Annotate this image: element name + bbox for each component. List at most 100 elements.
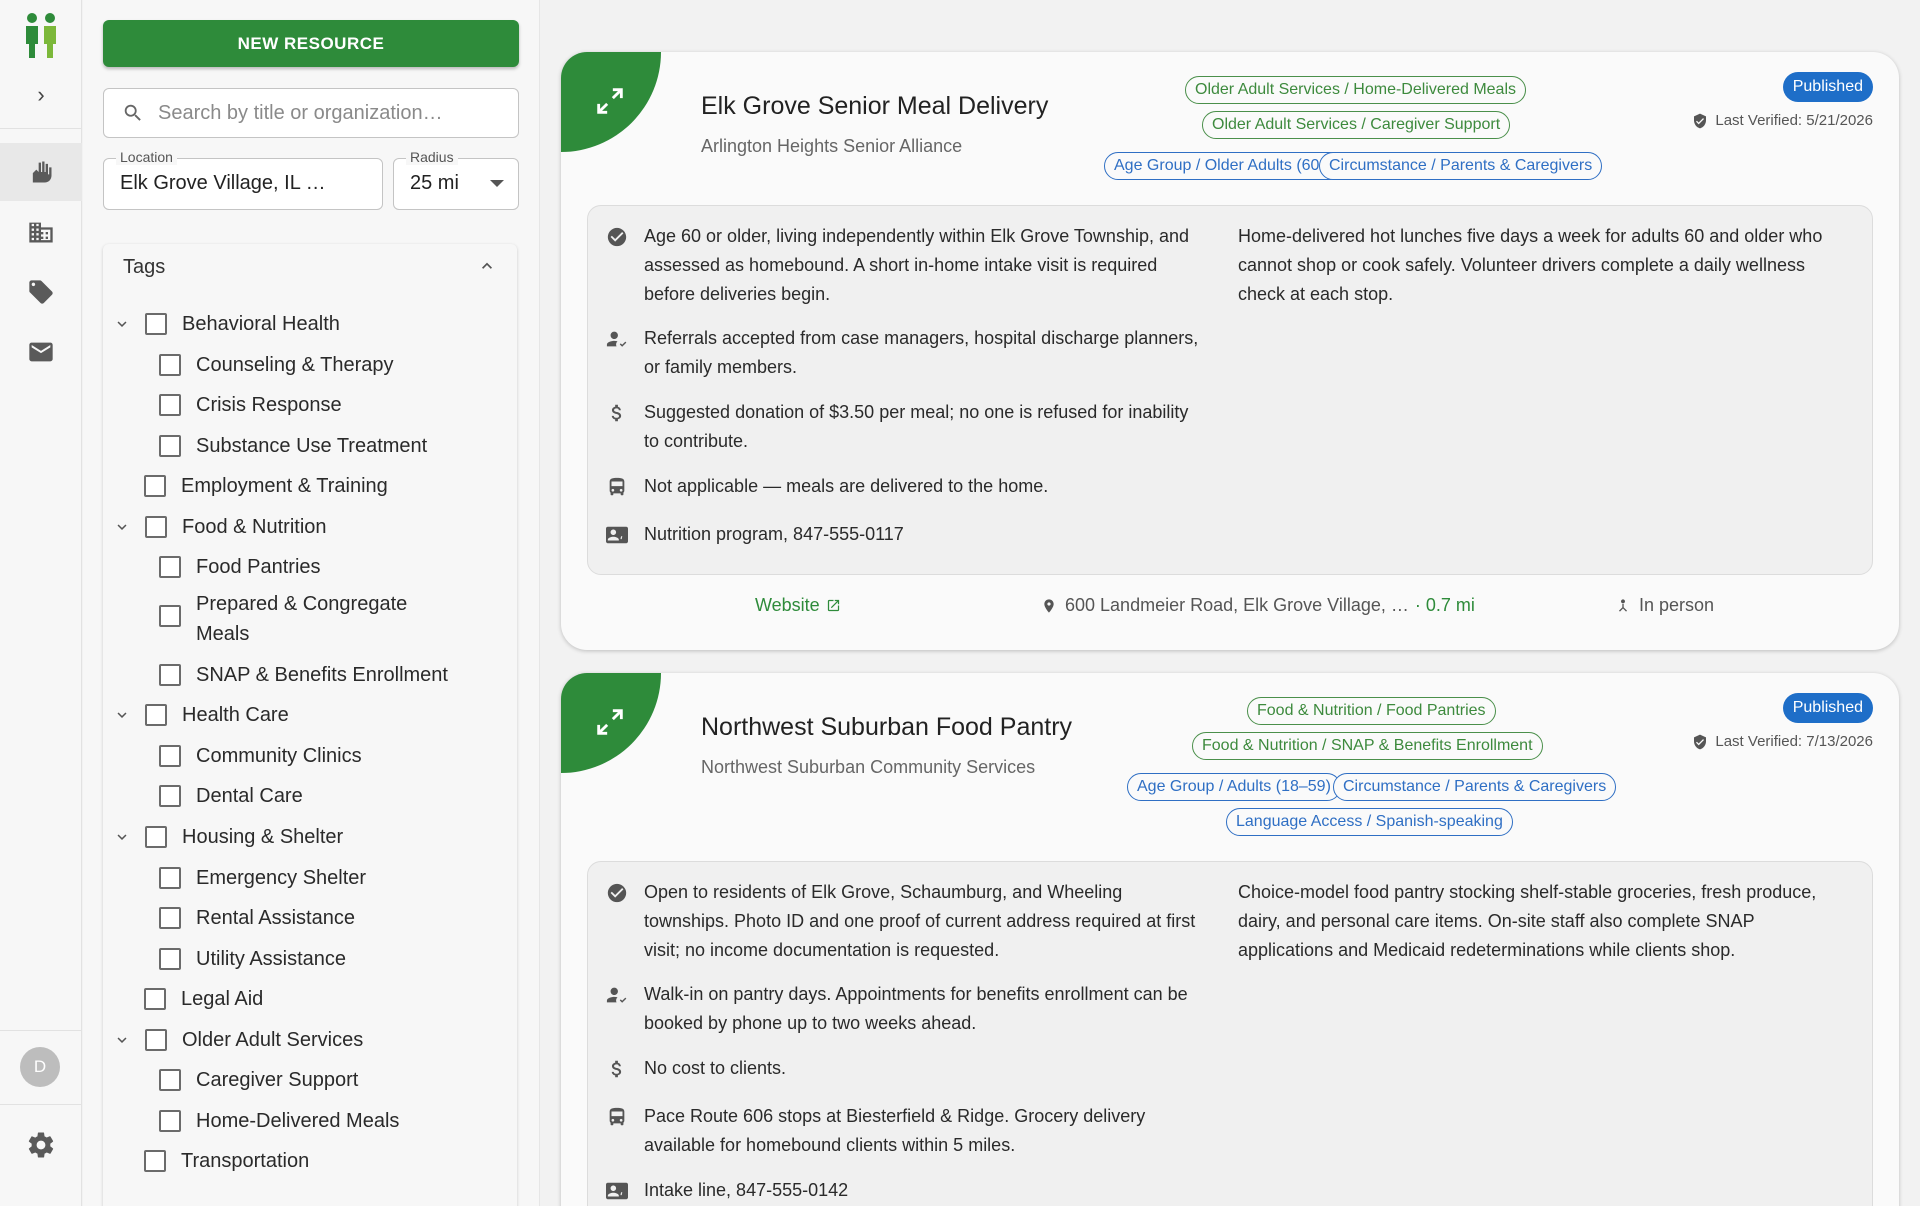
tag-checkbox[interactable] [159, 605, 181, 627]
details-box: Open to residents of Elk Grove, Schaumbu… [587, 861, 1873, 1206]
website-link[interactable]: Website [755, 595, 841, 616]
tag-checkbox[interactable] [159, 394, 181, 416]
tag-row: Dental Care [159, 778, 303, 814]
tag-chip[interactable]: Language Access / Spanish-speaking [1226, 808, 1513, 836]
tag-checkbox[interactable] [159, 1110, 181, 1132]
chevron-down-icon[interactable] [113, 706, 131, 724]
tag-checkbox[interactable] [144, 475, 166, 497]
tag-label: Food Pantries [196, 555, 321, 578]
tag-checkbox[interactable] [159, 354, 181, 376]
tag-checkbox[interactable] [145, 313, 167, 335]
tag-checkbox[interactable] [145, 826, 167, 848]
tag-row: Emergency Shelter [159, 860, 366, 896]
tag-chip[interactable]: Circumstance / Parents & Caregivers [1333, 773, 1617, 801]
tag-checkbox[interactable] [145, 1029, 167, 1051]
chevron-down-icon[interactable] [113, 1031, 131, 1049]
helping-hand-icon [32, 161, 52, 183]
expand-chevron-icon[interactable]: › [30, 84, 52, 106]
tag-label: Community Clinics [196, 744, 362, 767]
tag-label: Transportation [181, 1149, 310, 1172]
tag-checkbox[interactable] [159, 556, 181, 578]
tag-checkbox[interactable] [159, 1069, 181, 1091]
tag-row: Crisis Response [159, 387, 342, 423]
nav-organizations-button[interactable] [0, 203, 82, 261]
tag-chip[interactable]: Food & Nutrition / SNAP & Benefits Enrol… [1192, 732, 1543, 760]
tag-checkbox[interactable] [159, 948, 181, 970]
tag-chip[interactable]: Age Group / Older Adults (60+) [1104, 152, 1345, 180]
expand-card-button[interactable] [561, 52, 661, 152]
tag-checkbox[interactable] [159, 664, 181, 686]
external-link-icon [827, 599, 839, 612]
cost-row: No cost to clients. [606, 1054, 1206, 1083]
tag-label: Caregiver Support [196, 1068, 359, 1091]
nav-inbox-button[interactable] [0, 323, 82, 381]
verified-shield-icon [1694, 113, 1707, 128]
tag-row: SNAP & Benefits Enrollment [159, 657, 448, 693]
tag-chip[interactable]: Food & Nutrition / Food Pantries [1247, 697, 1496, 725]
tag-row: Home-Delivered Meals [159, 1103, 399, 1139]
details-box: Age 60 or older, living independently wi… [587, 205, 1873, 575]
mail-icon [29, 342, 53, 362]
location-field[interactable]: Location Elk Grove Village, IL … [103, 149, 383, 210]
building-icon [29, 222, 53, 243]
search-icon [124, 104, 141, 121]
address-text: 600 Landmeier Road, Elk Grove Village, … [1065, 595, 1409, 615]
tag-chip[interactable]: Circumstance / Parents & Caregivers [1319, 152, 1603, 180]
tag-row: Legal Aid [144, 981, 263, 1017]
filter-panel: NEW RESOURCE Location Elk Grove Village,… [83, 0, 540, 1206]
card-organization: Northwest Suburban Community Services [701, 757, 1036, 777]
tag-label: Prepared & Congregate Meals [196, 593, 408, 645]
tag-checkbox[interactable] [144, 1150, 166, 1172]
tag-checkbox[interactable] [145, 516, 167, 538]
new-resource-button[interactable]: NEW RESOURCE [103, 20, 519, 67]
contact-row: Intake line, 847-555-0142 [606, 1176, 1206, 1205]
contact-card-icon [606, 526, 628, 544]
settings-button[interactable] [26, 1130, 56, 1160]
divider [0, 1104, 82, 1105]
bus-icon [609, 477, 625, 496]
gear-icon [28, 1132, 54, 1158]
search-input[interactable] [158, 101, 488, 125]
nav-tags-button[interactable] [0, 263, 82, 321]
nav-services-button[interactable] [0, 143, 82, 201]
eligibility-text: Open to residents of Elk Grove, Schaumbu… [644, 882, 1196, 960]
transit-text: Pace Route 606 stops at Biesterfield & R… [644, 1106, 1146, 1155]
tag-checkbox[interactable] [144, 988, 166, 1010]
avatar[interactable]: D [20, 1047, 60, 1087]
tag-chip[interactable]: Age Group / Adults (18–59) [1127, 773, 1341, 801]
person-location-icon [1619, 598, 1627, 612]
divider [0, 128, 82, 129]
tag-checkbox[interactable] [159, 867, 181, 889]
chevron-up-icon[interactable] [477, 256, 497, 276]
last-verified: Last Verified: 7/13/2026 [1692, 733, 1873, 750]
service-mode-text: In person [1639, 595, 1715, 615]
chevron-down-icon[interactable] [113, 828, 131, 846]
bus-icon [609, 1107, 625, 1126]
tag-row: Community Clinics [159, 738, 362, 774]
tag-checkbox[interactable] [145, 704, 167, 726]
tag-label: Crisis Response [196, 393, 342, 416]
dropdown-arrow-icon [490, 180, 504, 187]
tag-checkbox[interactable] [159, 785, 181, 807]
chevron-down-icon[interactable] [113, 518, 131, 536]
address: 600 Landmeier Road, Elk Grove Village, …… [1041, 595, 1475, 616]
expand-card-button[interactable] [561, 673, 661, 773]
tag-checkbox[interactable] [159, 435, 181, 457]
tag-chip[interactable]: Older Adult Services / Caregiver Support [1202, 111, 1511, 139]
radius-select[interactable]: Radius 25 mi [393, 149, 519, 210]
divider [0, 1030, 82, 1031]
contact-text: Intake line, 847-555-0142 [644, 1180, 849, 1200]
last-verified: Last Verified: 5/21/2026 [1692, 112, 1873, 129]
tag-label: Food & Nutrition [182, 515, 327, 538]
nav-rail: › D [0, 0, 82, 1206]
contact-row: Nutrition program, 847-555-0117 [606, 520, 1206, 549]
tag-checkbox[interactable] [159, 907, 181, 929]
tag-label: Utility Assistance [196, 947, 347, 970]
logo-people-icon [26, 13, 56, 58]
chevron-down-icon[interactable] [113, 315, 131, 333]
tag-row: Prepared & Congregate Meals [159, 589, 419, 653]
tag-checkbox[interactable] [159, 745, 181, 767]
card-title: Northwest Suburban Food Pantry [701, 713, 1073, 741]
cost-text: No cost to clients. [644, 1058, 787, 1078]
tag-chip[interactable]: Older Adult Services / Home-Delivered Me… [1185, 76, 1527, 104]
